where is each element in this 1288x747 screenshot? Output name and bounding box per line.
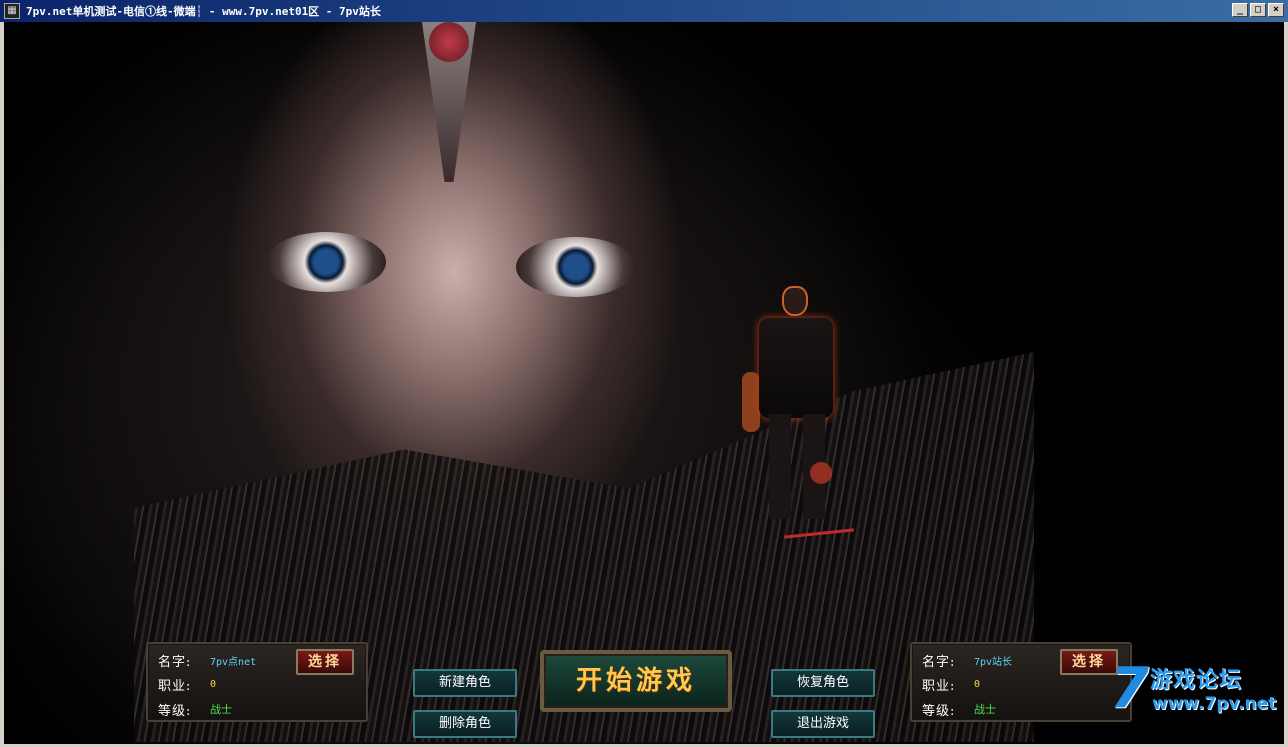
app-icon[interactable]: ▦	[4, 3, 20, 19]
level-row: 等级: 战士	[158, 699, 232, 719]
window-controls: _ □ ×	[1232, 3, 1284, 17]
delete-role-button[interactable]: 删除角色	[413, 710, 517, 738]
level-value: 战士	[974, 703, 996, 716]
name-label: 名字:	[158, 654, 192, 670]
close-button[interactable]: ×	[1268, 3, 1284, 17]
job-value: 0	[974, 678, 981, 690]
left-eye	[266, 232, 386, 292]
new-role-button[interactable]: 新建角色	[413, 669, 517, 697]
minimize-button[interactable]: _	[1232, 3, 1248, 17]
character-info-panel-right: 名字: 7pv站长 职业: 0 等级: 战士 选择	[910, 642, 1132, 722]
level-label: 等级:	[922, 703, 956, 719]
job-value: 0	[210, 678, 217, 690]
character-knee-glow	[810, 462, 832, 484]
job-row: 职业: 0	[158, 674, 216, 694]
watermark-url: www.7pv.net	[1152, 694, 1277, 714]
job-row: 职业: 0	[922, 674, 980, 694]
window-frame-right	[1284, 22, 1288, 747]
name-label: 名字:	[922, 654, 956, 670]
site-watermark: 7 游戏论坛 www.7pv.net	[1110, 656, 1280, 721]
exit-game-button[interactable]: 退出游戏	[771, 710, 875, 738]
name-row: 名字: 7pv站长	[922, 650, 1012, 670]
character-head	[782, 286, 808, 316]
select-character-button-left[interactable]: 选择	[296, 649, 354, 675]
selected-character-figure[interactable]	[714, 282, 874, 542]
maximize-button[interactable]: □	[1250, 3, 1266, 17]
name-value: 7pv点net	[210, 656, 257, 668]
watermark-title: 游戏论坛	[1150, 668, 1243, 693]
circlet-gem	[429, 22, 469, 62]
job-label: 职业:	[158, 678, 192, 694]
restore-role-button[interactable]: 恢复角色	[771, 669, 875, 697]
name-row: 名字: 7pv点net	[158, 650, 256, 670]
level-row: 等级: 战士	[922, 699, 996, 719]
start-game-button[interactable]: 开始游戏	[540, 650, 732, 712]
job-label: 职业:	[922, 678, 956, 694]
window-titlebar[interactable]: ▦ 7pv.net单机测试-电信①线-微端┆ - www.7pv.net01区 …	[0, 0, 1288, 22]
character-body	[759, 318, 833, 418]
watermark-logo-seven: 7	[1110, 656, 1149, 721]
character-glow	[742, 372, 760, 432]
level-label: 等级:	[158, 703, 192, 719]
character-info-panel-left: 名字: 7pv点net 职业: 0 等级: 战士 选择	[146, 642, 368, 722]
game-viewport	[4, 22, 1284, 744]
window-title: 7pv.net单机测试-电信①线-微端┆ - www.7pv.net01区 - …	[26, 5, 381, 18]
character-slash-effect	[784, 528, 854, 539]
name-value: 7pv站长	[974, 656, 1013, 668]
right-eye	[516, 237, 636, 297]
level-value: 战士	[210, 703, 232, 716]
